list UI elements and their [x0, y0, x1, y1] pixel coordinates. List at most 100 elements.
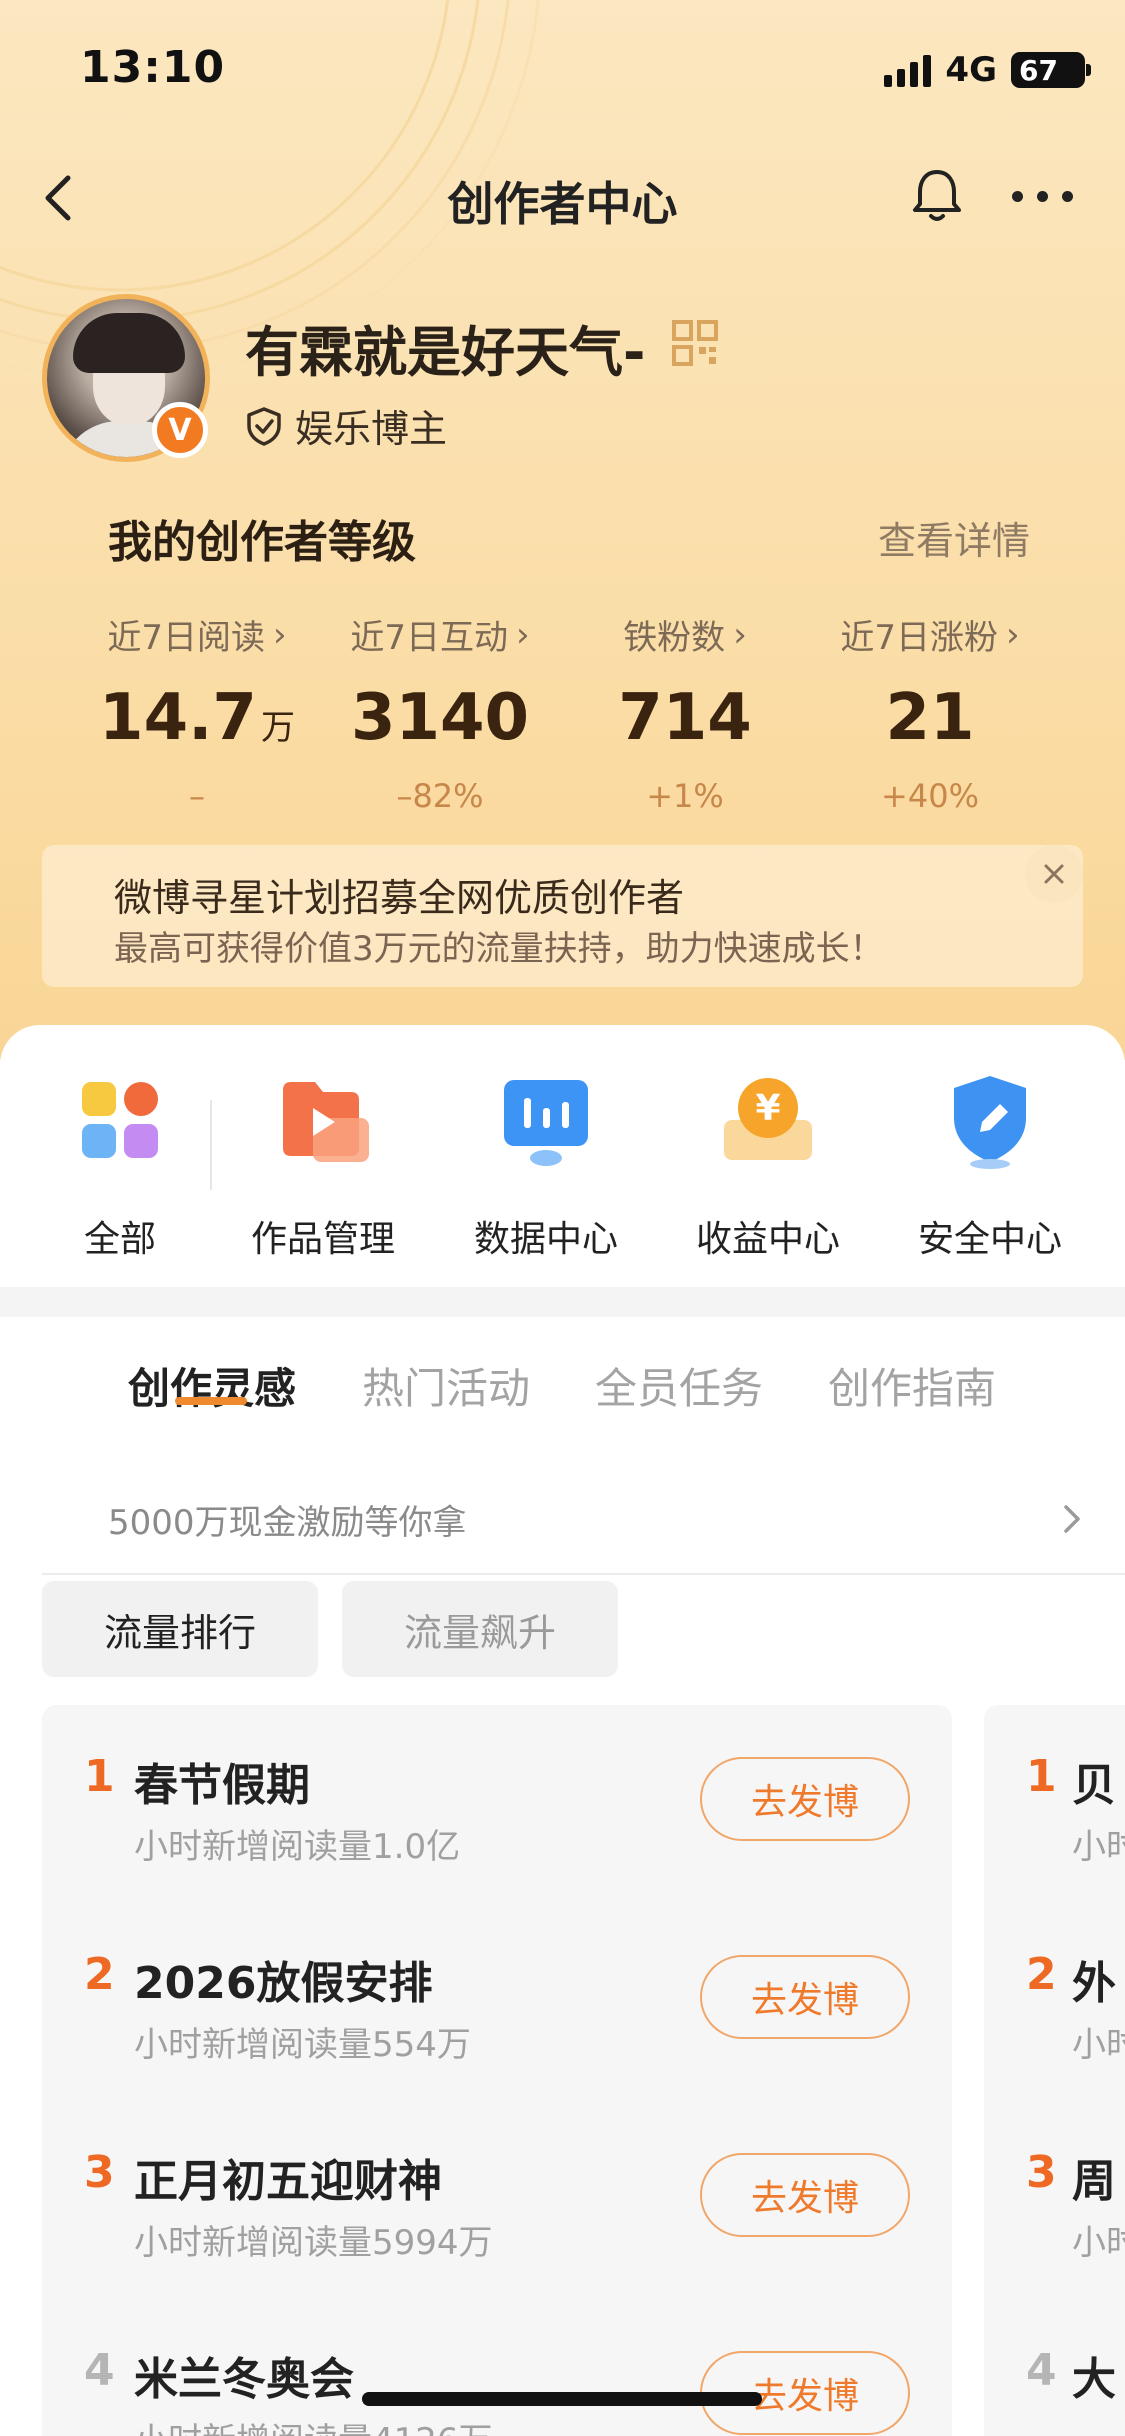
post-button[interactable]: 去发博	[700, 1955, 910, 2039]
nav-bar: 创作者中心	[0, 150, 1125, 250]
filter-traffic-ranking[interactable]: 流量排行	[42, 1581, 318, 1677]
shortcut-works[interactable]: 作品管理	[223, 1070, 423, 1262]
folder-play-icon	[283, 1082, 369, 1162]
shield-check-icon	[247, 406, 281, 446]
list-item[interactable]: 1 春节假期 小时新增阅读量1.0亿 去发博	[42, 1733, 952, 1903]
promo-title: 微博寻星计划招募全网优质创作者	[114, 876, 685, 920]
topic-title: 大	[1072, 2354, 1116, 2405]
chevron-right-icon: ›	[273, 614, 287, 655]
incentive-row[interactable]: 5000万现金激励等你拿	[42, 1465, 1125, 1575]
topic-title: 2026放假安排	[134, 1958, 433, 2009]
creator-level-row: 我的创作者等级 查看详情	[0, 500, 1125, 570]
stat-label: 铁粉数	[623, 618, 726, 658]
stat-change: –82%	[396, 777, 484, 815]
list-item[interactable]: 2 外 小时	[984, 1931, 1125, 2101]
topic-title: 米兰冬奥会	[134, 2354, 354, 2405]
stat-label: 近7日互动	[350, 618, 509, 658]
shortcut-data-center[interactable]: 数据中心	[446, 1070, 646, 1262]
shortcut-bar: 全部 作品管理 数据中心 ¥ 收益中心 安全中心	[0, 1070, 1125, 1270]
incentive-text: 5000万现金激励等你拿	[108, 1503, 467, 1543]
view-details-link[interactable]: 查看详情	[878, 510, 1030, 565]
close-icon[interactable]	[1025, 845, 1083, 903]
content-sheet: 全部 作品管理 数据中心 ¥ 收益中心 安全中心 创作灵感 热门活动 全员任务 …	[0, 1025, 1125, 2436]
rank-number: 3	[84, 2147, 115, 2198]
topic-reads: 小时新增阅读量5994万	[134, 2223, 493, 2263]
svg-text:¥: ¥	[755, 1088, 780, 1129]
list-item[interactable]: 3 周 小时	[984, 2129, 1125, 2299]
status-time: 13:10	[80, 42, 226, 93]
post-button[interactable]: 去发博	[700, 1757, 910, 1841]
tab-all-member-tasks[interactable]: 全员任务	[595, 1355, 763, 1416]
list-item[interactable]: 4 米兰冬奥会 小时新增阅读量4126万 去发博	[42, 2327, 952, 2436]
network-type: 4G	[945, 50, 997, 90]
promo-banner[interactable]: 微博寻星计划招募全网优质创作者 最高可获得价值3万元的流量扶持，助力快速成长！	[42, 845, 1083, 987]
shortcut-label: 收益中心	[695, 1219, 840, 1260]
list-item[interactable]: 4 大	[984, 2327, 1125, 2436]
stat-value: 714	[618, 681, 752, 755]
shortcut-earnings[interactable]: ¥ 收益中心	[668, 1070, 868, 1262]
verified-badge: V	[152, 402, 208, 458]
stat-weekly-new-fans[interactable]: 近7日涨粉 › 21 +40%	[805, 610, 1055, 816]
topic-reads: 小时	[1072, 1827, 1125, 1867]
list-item[interactable]: 2 2026放假安排 小时新增阅读量554万 去发博	[42, 1931, 952, 2101]
role-tag[interactable]: 娱乐博主	[245, 398, 447, 453]
more-options-icon[interactable]	[1012, 176, 1092, 216]
header-background: 13:10 4G 67 创作者中心 V 有霖就是好天气- 娱乐博主 我的创作者等…	[0, 0, 1125, 1060]
rank-number: 1	[84, 1751, 115, 1802]
rank-number: 4	[84, 2345, 115, 2396]
stat-iron-fans[interactable]: 铁粉数 › 714 +1%	[560, 610, 810, 816]
creator-level-title: 我的创作者等级	[108, 517, 416, 568]
yuan-coin-icon: ¥	[724, 1078, 812, 1160]
tab-hot-events[interactable]: 热门活动	[362, 1355, 530, 1416]
stat-label: 近7日涨粉	[840, 618, 999, 658]
topic-title: 周	[1072, 2156, 1116, 2207]
battery-icon: 67	[1011, 52, 1091, 88]
topic-reads: 小时新增阅读量554万	[134, 2025, 471, 2065]
creator-center-page: 13:10 4G 67 创作者中心 V 有霖就是好天气- 娱乐博主 我的创作者等…	[0, 0, 1125, 2436]
ranking-filters: 流量排行 流量飙升	[42, 1581, 1125, 1681]
stat-change: +40%	[881, 777, 979, 815]
status-indicators: 4G 67	[884, 48, 1091, 92]
shortcut-all[interactable]: 全部	[20, 1070, 220, 1262]
stat-unit: 万	[260, 708, 295, 748]
topic-reads: 小时新增阅读量1.0亿	[134, 1827, 461, 1867]
tab-creation-guide[interactable]: 创作指南	[828, 1355, 996, 1416]
rank-number: 2	[1026, 1949, 1057, 2000]
battery-level: 67	[1019, 53, 1058, 87]
rank-number: 1	[1026, 1751, 1057, 1802]
role-label: 娱乐博主	[295, 407, 448, 451]
stat-value: 21	[885, 681, 975, 755]
active-tab-indicator	[175, 1397, 247, 1405]
topic-reads: 小时新增阅读量4126万	[134, 2413, 493, 2436]
bar-chart-icon	[504, 1080, 588, 1166]
stat-weekly-interactions[interactable]: 近7日互动 › 3140 –82%	[315, 610, 565, 816]
list-item[interactable]: 3 正月初五迎财神 小时新增阅读量5994万 去发博	[42, 2129, 952, 2299]
shortcut-label: 安全中心	[917, 1219, 1062, 1260]
chevron-right-icon: ›	[1006, 614, 1020, 655]
ranking-card-next: 1 贝 小时 2 外 小时 3 周 小时 4 大	[984, 1705, 1125, 2436]
section-gap	[0, 1287, 1125, 1317]
stat-weekly-reads[interactable]: 近7日阅读 › 14.7 万 –	[72, 610, 322, 816]
rank-number: 3	[1026, 2147, 1057, 2198]
topic-reads: 小时	[1072, 2223, 1125, 2263]
list-item[interactable]: 1 贝 小时	[984, 1733, 1125, 1903]
qr-code-icon[interactable]	[672, 320, 718, 366]
status-bar: 13:10 4G 67	[0, 0, 1125, 130]
rank-number: 4	[1026, 2345, 1057, 2396]
shortcut-label: 全部	[83, 1219, 156, 1260]
shortcut-label: 数据中心	[473, 1219, 618, 1260]
shortcut-label: 作品管理	[250, 1219, 395, 1260]
bell-icon[interactable]	[905, 164, 969, 228]
post-button[interactable]: 去发博	[700, 2153, 910, 2237]
topic-title: 贝	[1072, 1760, 1116, 1811]
stat-change: +1%	[646, 777, 724, 815]
home-indicator[interactable]	[362, 2392, 762, 2406]
stat-change: –	[189, 777, 205, 815]
shortcut-security[interactable]: 安全中心	[890, 1070, 1090, 1262]
tab-creative-inspiration[interactable]: 创作灵感	[128, 1355, 296, 1416]
divider	[210, 1100, 212, 1190]
filter-traffic-surge[interactable]: 流量飙升	[342, 1581, 618, 1677]
topic-title: 外	[1072, 1958, 1116, 2009]
topic-title: 春节假期	[134, 1760, 310, 1811]
stat-value: 14.7	[99, 681, 257, 755]
